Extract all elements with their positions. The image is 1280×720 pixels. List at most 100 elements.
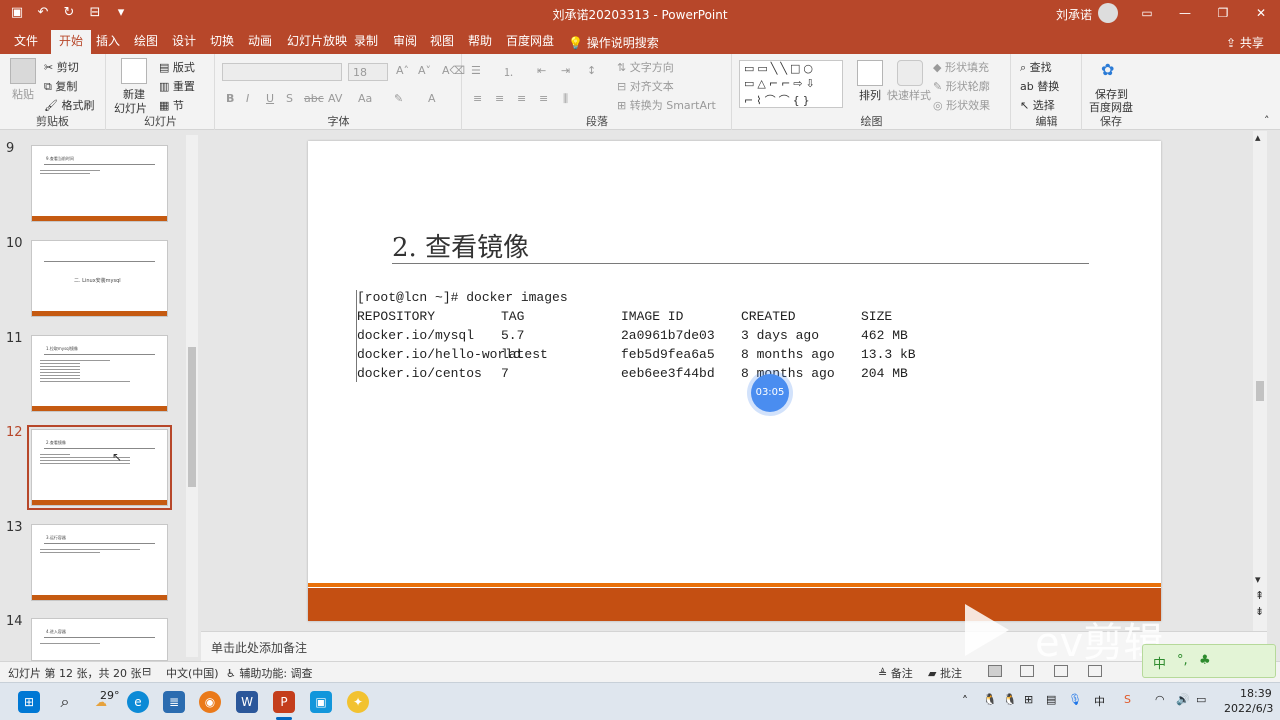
underline-icon[interactable]: U [266,92,274,105]
shapes-gallery[interactable]: ▭▭╲╲□○ ▭△⌐⌐⇨⇩ ⌐⌇⌒⌒{} [739,60,843,108]
change-case-icon[interactable]: Aa [358,92,372,105]
slide-sorter-icon[interactable] [1020,665,1034,677]
scroll-up-icon[interactable]: ▴ [1255,131,1261,144]
show-hidden-icons[interactable]: ˄ [962,694,968,708]
thumbnail-scrollbar[interactable] [186,135,198,657]
wifi-icon[interactable]: ◠ [1155,693,1165,706]
slide-scrollbar-thumb[interactable] [1256,381,1264,401]
notes-button[interactable]: ≜ 备注 [878,665,913,681]
replace-button[interactable]: ab 替换 [1020,78,1059,94]
avatar[interactable] [1098,3,1118,23]
tab-record[interactable]: 录制 [350,32,382,54]
language-indicator[interactable]: 中文(中国) [166,665,219,681]
slideshow-view-icon[interactable] [1088,665,1102,677]
section-button[interactable]: ▦ 节 [159,97,184,113]
tab-home[interactable]: 开始 [51,30,92,54]
tab-view[interactable]: 视图 [426,32,458,54]
justify-icon[interactable]: ≡ [539,92,548,105]
close-icon[interactable]: ✕ [1252,4,1270,22]
arrange-icon[interactable] [857,60,883,86]
clock-time[interactable]: 18:39 [1240,687,1272,700]
tab-baidu-netdisk[interactable]: 百度网盘 [502,32,558,54]
tab-transitions[interactable]: 切换 [206,32,238,54]
align-center-icon[interactable]: ≡ [495,92,504,105]
align-text-button[interactable]: ⊟ 对齐文本 [617,78,674,94]
cut-button[interactable]: ✂ 剪切 [44,59,79,75]
tab-draw[interactable]: 绘图 [130,32,162,54]
microphone-icon[interactable]: 🎙 [1068,693,1082,706]
tab-animations[interactable]: 动画 [244,32,276,54]
firefox-icon[interactable]: ◉ [199,691,221,713]
quick-styles-icon[interactable] [897,60,923,86]
scroll-down-icon[interactable]: ▾ [1255,573,1261,586]
clock-date[interactable]: 2022/6/3 [1224,702,1273,715]
sogou-icon[interactable]: S [1124,693,1131,706]
ime-mode[interactable]: 中 [1153,653,1166,672]
volume-icon[interactable]: 🔊 [1176,693,1190,706]
arrange-button[interactable]: 排列 [859,87,881,103]
slide-thumbnail-14[interactable]: 4.进入容器 [31,618,168,661]
shape-outline-button[interactable]: ✎ 形状轮廓 [933,78,990,94]
tell-me-search[interactable]: 💡 操作说明搜索 [568,34,659,51]
tab-design[interactable]: 设计 [168,32,200,54]
strikethrough-icon[interactable]: abc [304,92,324,105]
qq-icon[interactable]: 🐧 [983,693,997,706]
bold-icon[interactable]: B [226,92,234,105]
powerpoint-icon[interactable]: P [273,691,295,713]
search-icon[interactable]: ⌕ [54,691,76,713]
ime-skin-icon[interactable]: ♣ [1199,653,1211,668]
align-left-icon[interactable]: ≡ [473,92,482,105]
baidu-cloud-icon[interactable]: ✿ [1101,60,1114,79]
punctuation-icon[interactable]: °, [1177,653,1188,668]
shrink-font-icon[interactable]: A˅ [418,64,431,77]
align-right-icon[interactable]: ≡ [517,92,526,105]
increase-indent-icon[interactable]: ⇥ [561,64,570,77]
reading-view-icon[interactable] [1054,665,1068,677]
ime-toolbar[interactable]: 中 °, ♣ [1142,644,1276,678]
spellcheck-icon[interactable]: ⊟ [142,665,151,678]
collapse-ribbon-icon[interactable]: ˄ [1264,114,1270,127]
convert-smartart-button[interactable]: ⊞ 转换为 SmartArt [617,97,716,113]
restore-icon[interactable]: ❐ [1214,4,1232,22]
new-slide-icon[interactable] [121,58,147,84]
text-direction-button[interactable]: ⇅ 文字方向 [617,59,674,75]
word-icon[interactable]: W [236,691,258,713]
grow-font-icon[interactable]: A˄ [396,64,409,77]
slide-thumbnail-12[interactable]: 2.查看镜像 ↖ [27,425,172,510]
tab-file[interactable]: 文件 [10,32,42,54]
slide-thumbnail-13[interactable]: 3.运行容器 [31,524,168,601]
accessibility-status[interactable]: ♿ 辅助功能: 调查 [226,665,313,681]
find-button[interactable]: ⌕ 查找 [1020,59,1052,75]
next-slide-icon[interactable]: ⇟ [1255,605,1264,618]
tab-insert[interactable]: 插入 [92,32,124,54]
columns-icon[interactable]: ⫼ [563,92,568,106]
line-spacing-icon[interactable]: ↕ [587,64,596,77]
user-name[interactable]: 刘承诺 [1056,6,1092,23]
notepad-icon[interactable]: ≣ [163,691,185,713]
slide-scrollbar[interactable]: ▴ ▾ ⇞ ⇟ [1253,131,1267,631]
layout-button[interactable]: ▤ 版式 [159,59,195,75]
copy-button[interactable]: ⧉ 复制 [44,78,77,94]
ribbon-display-icon[interactable]: ▭ [1138,4,1156,22]
tab-slideshow[interactable]: 幻灯片放映 [283,32,351,54]
tab-help[interactable]: 帮助 [464,32,496,54]
slide-thumbnail-9[interactable]: 9.查看当前时间 [31,145,168,222]
font-color-icon[interactable]: A [428,92,436,105]
highlight-icon[interactable]: ✎ [394,92,403,105]
reset-button[interactable]: ▥ 重置 [159,78,195,94]
font-size-box[interactable]: 18 [348,63,388,81]
recording-timer[interactable]: 03:05 [751,374,789,412]
paste-icon[interactable] [10,58,36,84]
weather-temperature[interactable]: 29° [100,689,120,702]
shape-fill-button[interactable]: ◆ 形状填充 [933,59,989,75]
italic-icon[interactable]: I [246,92,249,105]
screen-recorder-icon[interactable]: ▣ [310,691,332,713]
app-tray-icon-2[interactable]: ▤ [1046,693,1056,706]
comments-button[interactable]: ▰ 批注 [928,665,962,681]
clear-format-icon[interactable]: A⌫ [442,64,465,77]
windows-start-icon[interactable]: ⊞ [18,691,40,713]
slide-thumbnail-11[interactable]: 1.拉取mysql镜像 [31,335,168,412]
slide-title[interactable]: 2. 查看镜像 [392,227,529,264]
font-name-box[interactable] [222,63,342,81]
quick-styles-button[interactable]: 快速样式 [887,87,931,103]
